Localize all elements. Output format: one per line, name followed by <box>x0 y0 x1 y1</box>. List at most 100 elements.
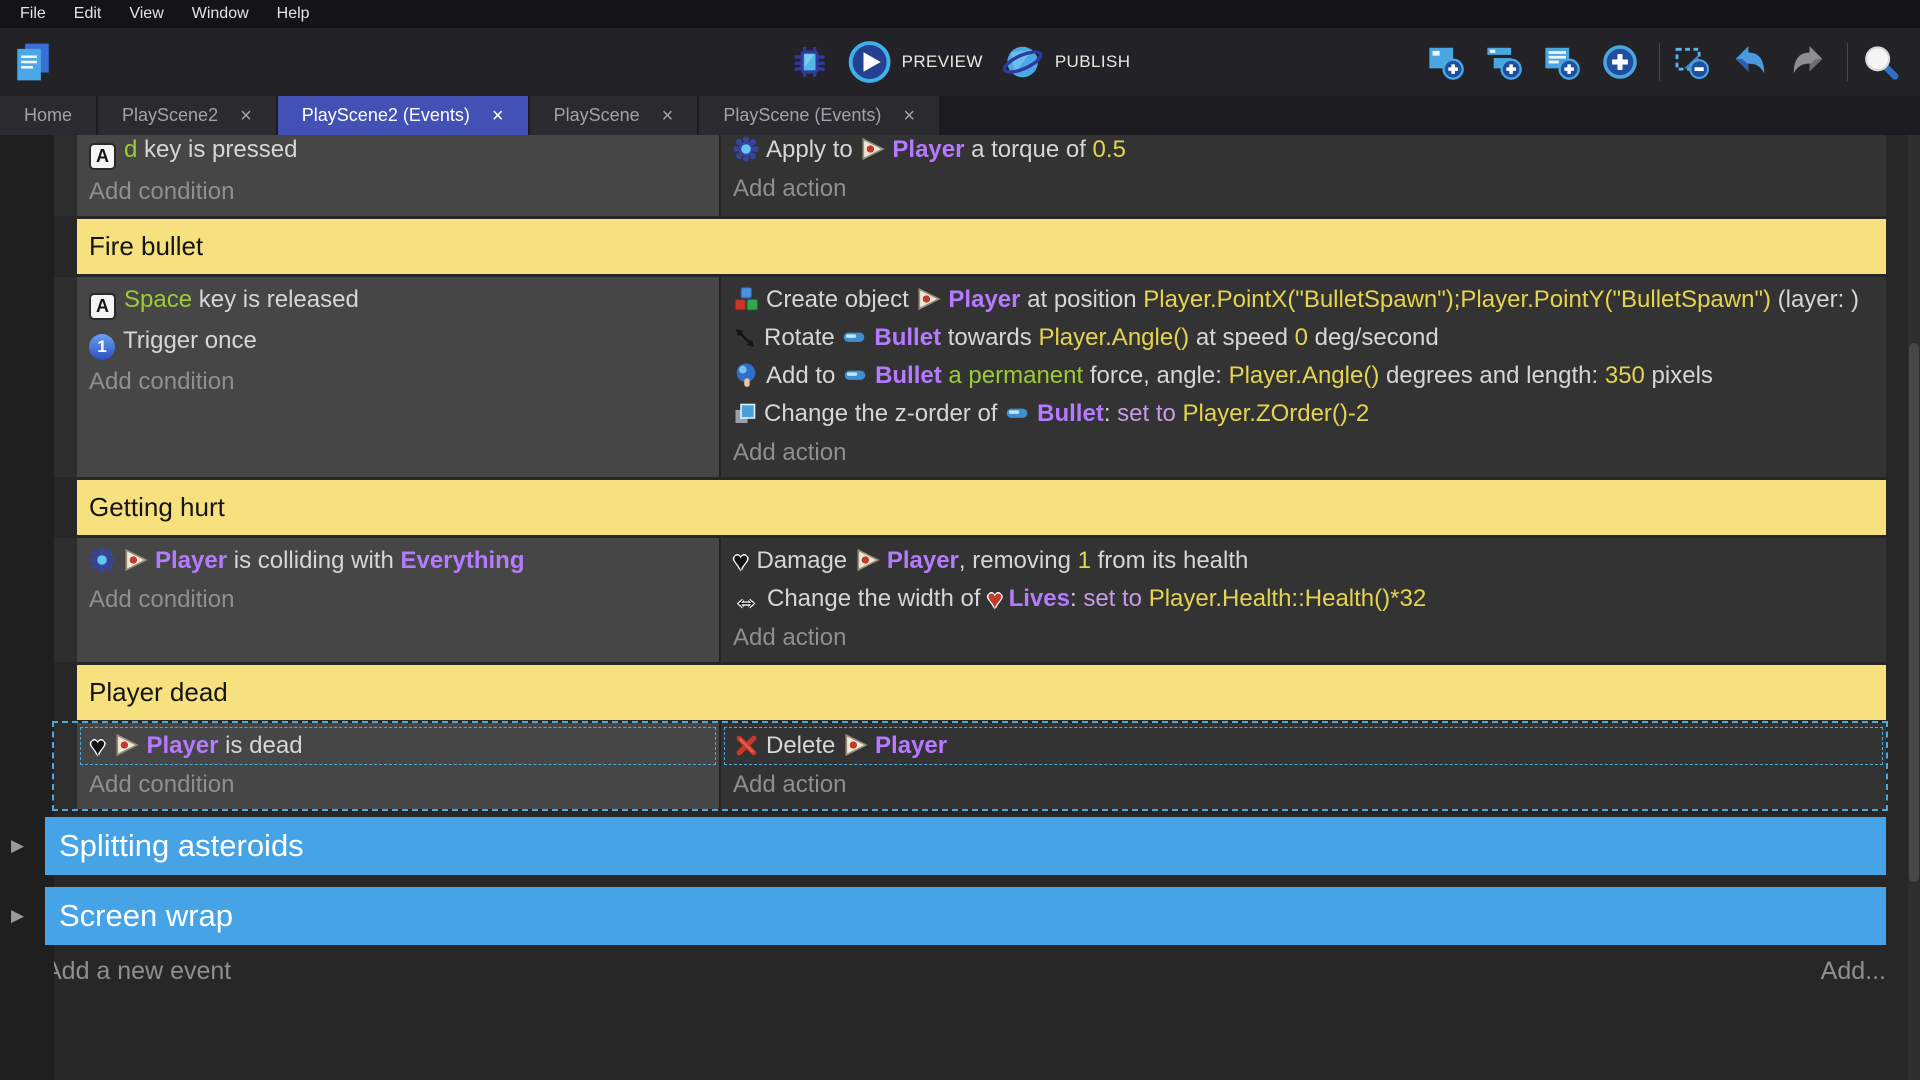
action-row[interactable]: Delete Player <box>724 727 1883 765</box>
event-drag-handle[interactable] <box>54 723 77 809</box>
add-condition-link[interactable]: Add condition <box>77 580 719 620</box>
menu-item-file[interactable]: File <box>6 3 60 25</box>
conditions-column: ASpace key is released1Trigger onceAdd c… <box>77 277 719 477</box>
tab-label: Home <box>24 105 72 126</box>
action-row[interactable]: Add to Bullet a permanent force, angle: … <box>721 357 1886 395</box>
comment-bar[interactable]: Player dead <box>77 665 1886 720</box>
tab-close-icon[interactable]: × <box>240 106 252 126</box>
tab-bar: HomePlayScene2×PlayScene2 (Events)×PlayS… <box>0 96 1920 135</box>
publish-label: PUBLISH <box>1055 52 1131 72</box>
ship-icon <box>854 547 880 573</box>
tab-playscene2-events[interactable]: PlayScene2 (Events) × <box>278 96 528 135</box>
publish-button[interactable]: PUBLISH <box>1001 40 1131 84</box>
add-subevent-icon[interactable] <box>1485 43 1523 81</box>
tab-playscene2[interactable]: PlayScene2 × <box>98 96 276 135</box>
tab-close-icon[interactable]: × <box>662 106 674 126</box>
text-segment: deg/second <box>1308 324 1439 351</box>
actions-column: ♥Damage Player, removing 1 from its heal… <box>719 538 1886 662</box>
collapse-arrow-icon[interactable]: ▶ <box>11 906 24 926</box>
add-action-link[interactable]: Add action <box>721 169 1886 209</box>
tab-label: PlayScene2 <box>122 105 218 126</box>
text-segment: Delete <box>766 732 842 759</box>
condition-row[interactable]: Ad key is pressed <box>77 135 719 172</box>
toolbar-divider <box>1659 43 1660 81</box>
add-action-link[interactable]: Add action <box>721 618 1886 658</box>
add-new-event-button[interactable]: Add a new event <box>45 957 231 986</box>
group-bar[interactable]: Splitting asteroids <box>45 817 1886 875</box>
keyboard-icon: A <box>89 143 116 170</box>
add-circle-icon[interactable] <box>1601 43 1639 81</box>
condition-row[interactable]: ASpace key is released <box>77 281 719 322</box>
add-button[interactable]: Add... <box>1821 957 1886 986</box>
text-segment: Add to <box>766 362 842 389</box>
tab-playscene-events[interactable]: PlayScene (Events)× <box>699 96 939 135</box>
text-segment: Bullet <box>875 362 942 389</box>
undo-icon[interactable] <box>1731 43 1769 81</box>
search-icon[interactable] <box>1861 43 1899 81</box>
action-row[interactable]: ↔Change the width of ♥Lives: set to Play… <box>721 580 1886 618</box>
event-drag-handle[interactable] <box>54 277 77 477</box>
action-row[interactable]: Create object Player at position Player.… <box>721 281 1886 319</box>
action-row[interactable]: Change the z-order of Bullet: set to Pla… <box>721 395 1886 433</box>
add-action-link[interactable]: Add action <box>721 433 1886 473</box>
event-drag-handle[interactable] <box>54 538 77 662</box>
event-sheet: Ad key is pressedAdd conditionApply to P… <box>0 135 1920 1080</box>
tab-playscene[interactable]: PlayScene× <box>530 96 698 135</box>
action-row[interactable]: ♥Damage Player, removing 1 from its heal… <box>721 542 1886 580</box>
scrollbar-thumb[interactable] <box>1909 343 1919 882</box>
tab-label: PlayScene2 (Events) <box>302 105 470 126</box>
add-condition-link[interactable]: Add condition <box>77 172 719 212</box>
text-segment: , removing <box>959 547 1078 574</box>
text-segment: : <box>1104 400 1117 427</box>
tab-close-icon[interactable]: × <box>903 106 915 126</box>
text-segment: is colliding with <box>227 547 400 574</box>
text-segment: set to <box>1117 400 1182 427</box>
text-segment: Rotate <box>764 324 841 351</box>
comment-bar[interactable]: Fire bullet <box>77 219 1886 274</box>
text-segment: pixels <box>1645 362 1713 389</box>
tab-home[interactable]: Home <box>0 96 96 135</box>
scrollbar-track <box>1908 135 1920 1080</box>
text-segment: a torque of <box>964 136 1092 163</box>
add-condition-link[interactable]: Add condition <box>77 765 719 805</box>
menu-item-help[interactable]: Help <box>263 3 324 25</box>
debug-icon[interactable] <box>790 42 830 82</box>
text-segment: Player.PointX("BulletSpawn");Player.Poin… <box>1143 286 1771 313</box>
text-segment: degrees and length: <box>1379 362 1605 389</box>
text-segment: (layer: ) <box>1771 286 1859 313</box>
physics-icon <box>89 547 115 573</box>
text-segment: Change the width of <box>767 585 987 612</box>
delete-selection-icon[interactable] <box>1673 43 1711 81</box>
main-toolbar: PREVIEW PUBLISH <box>0 28 1920 96</box>
ship-icon <box>842 732 868 758</box>
actions-column: Apply to Player a torque of 0.5Add actio… <box>719 135 1886 216</box>
text-segment: Lives <box>1009 585 1070 612</box>
add-event-icon[interactable] <box>1427 43 1465 81</box>
condition-row[interactable]: 1Trigger once <box>77 322 719 362</box>
add-action-link[interactable]: Add action <box>721 765 1886 805</box>
collapse-arrow-icon[interactable]: ▶ <box>11 836 24 856</box>
tab-close-icon[interactable]: × <box>492 106 504 126</box>
bullet-icon <box>841 324 867 350</box>
menu-item-window[interactable]: Window <box>178 3 263 25</box>
preview-button[interactable]: PREVIEW <box>848 40 983 84</box>
menu-item-view[interactable]: View <box>115 3 177 25</box>
text-segment: towards <box>941 324 1038 351</box>
comment-bar[interactable]: Getting hurt <box>77 480 1886 535</box>
sheet-footer: Add a new event Add... <box>45 957 1886 986</box>
conditions-column: Ad key is pressedAdd condition <box>77 135 719 216</box>
text-segment: key is released <box>192 286 359 313</box>
action-row[interactable]: Rotate Bullet towards Player.Angle() at … <box>721 319 1886 357</box>
condition-row[interactable]: Player is colliding with Everything <box>77 542 719 580</box>
project-manager-icon[interactable] <box>12 41 54 83</box>
add-condition-link[interactable]: Add condition <box>77 362 719 402</box>
group-bar[interactable]: Screen wrap <box>45 887 1886 945</box>
action-row[interactable]: Apply to Player a torque of 0.5 <box>721 135 1886 169</box>
add-comment-icon[interactable] <box>1543 43 1581 81</box>
event-drag-handle[interactable] <box>54 135 77 216</box>
bullet-icon <box>1004 400 1030 426</box>
menu-item-edit[interactable]: Edit <box>60 3 116 25</box>
text-segment: Damage <box>756 547 853 574</box>
redo-icon[interactable] <box>1789 43 1827 81</box>
condition-row[interactable]: ♥Player is dead <box>80 727 716 765</box>
